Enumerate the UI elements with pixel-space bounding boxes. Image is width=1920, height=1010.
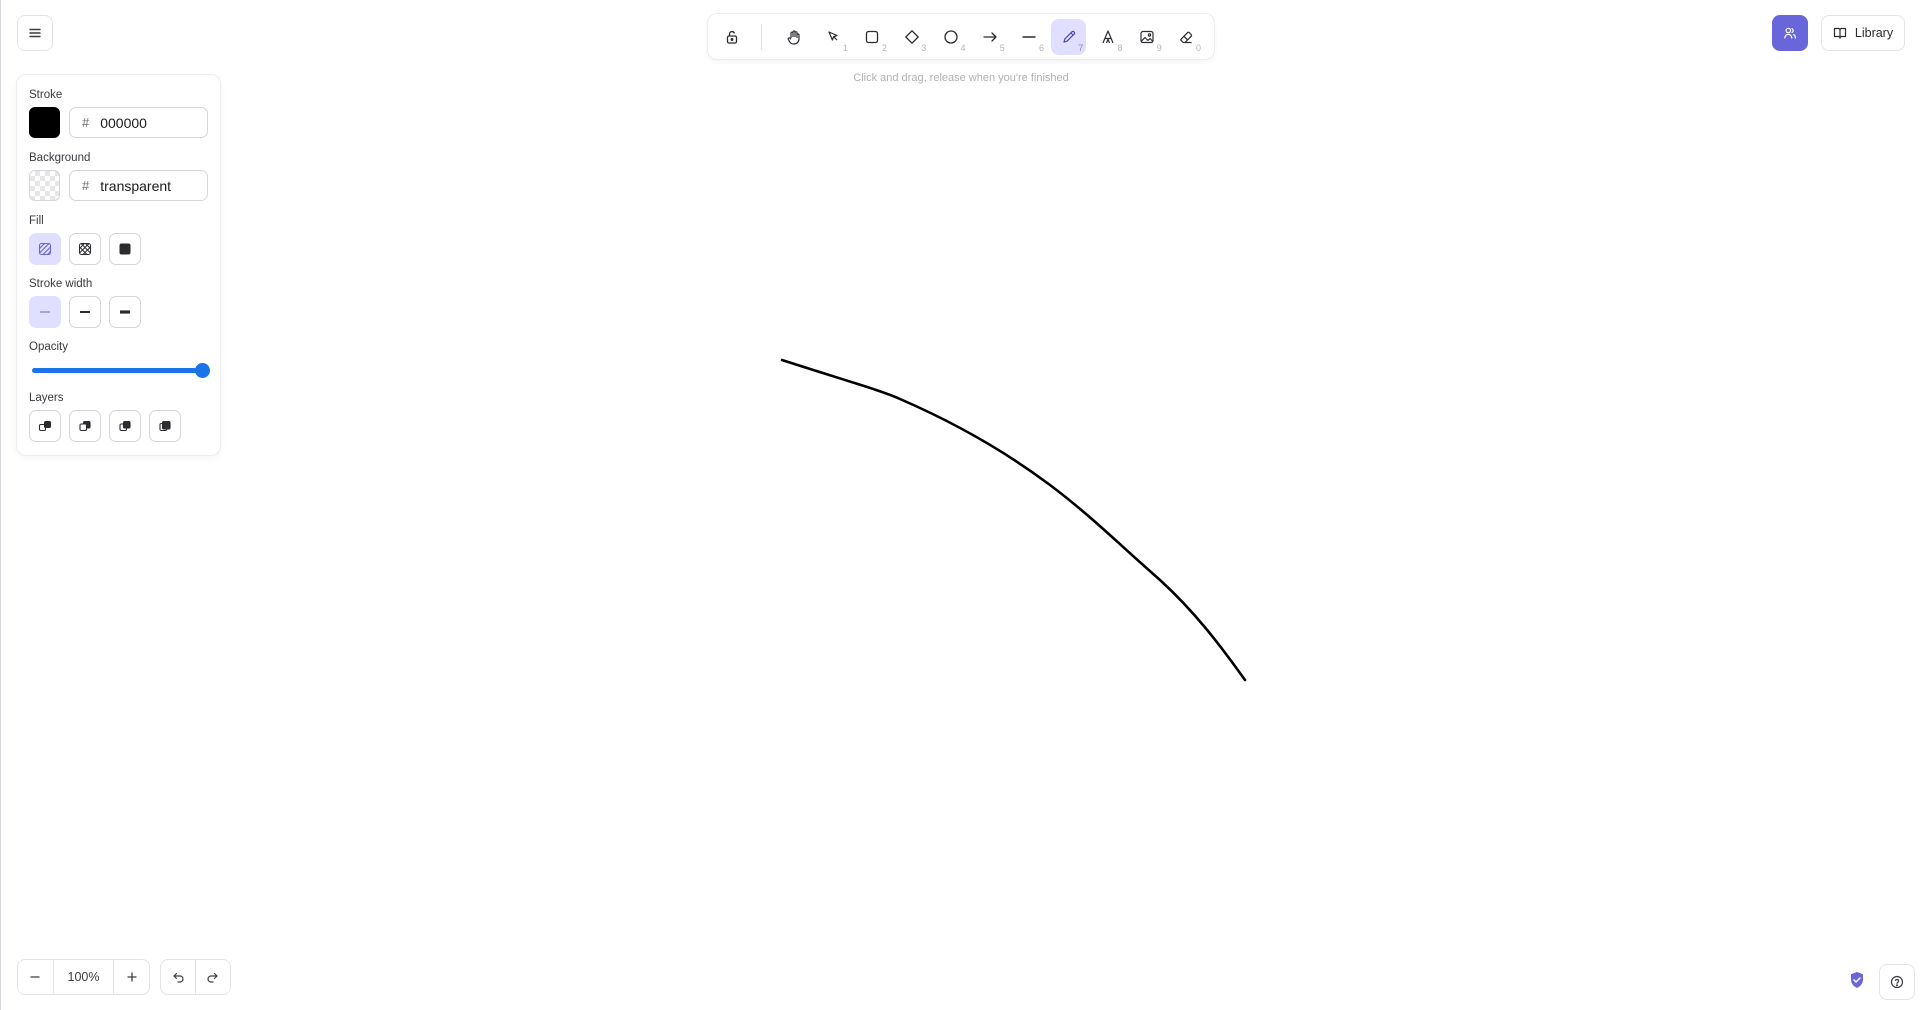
tool-lock[interactable] [714,19,749,55]
line-icon [1022,35,1037,38]
tool-ellipse[interactable]: 4 [933,19,968,55]
lock-open-icon [726,30,737,44]
send-backward-button[interactable] [69,410,101,442]
tool-diamond[interactable]: 3 [894,19,929,55]
tool-key: 4 [960,42,966,53]
bring-to-front-icon [159,420,171,432]
tool-key: 0 [1195,42,1201,53]
redo-icon [207,972,219,983]
tool-key: 1 [842,42,848,53]
fill-solid-button[interactable] [109,233,141,265]
fill-hachure-button[interactable] [29,233,61,265]
stroke-width-bold-button[interactable] [69,296,101,328]
stroke-color-swatch[interactable] [29,107,60,138]
tool-rectangle[interactable]: 2 [855,19,890,55]
main-menu-button[interactable] [17,15,53,51]
tool-key: 7 [1078,42,1084,53]
tool-text[interactable]: 8 [1090,19,1125,55]
drawing-canvas[interactable] [0,0,1920,1010]
bring-forward-button[interactable] [109,410,141,442]
hand-icon [787,29,800,45]
tool-hint: Click and drag, release when you're fini… [853,72,1069,84]
background-hex-input[interactable]: # transparent [69,170,208,201]
background-label: Background [29,152,91,164]
shield-check-icon[interactable] [1849,971,1865,989]
plus-icon [126,972,137,982]
hash-symbol: # [82,115,90,130]
send-to-back-icon [38,420,52,432]
tool-arrow[interactable]: 5 [972,19,1007,55]
users-icon [1784,27,1796,39]
tool-key: 3 [921,42,927,53]
send-backward-icon [79,420,91,432]
fill-label: Fill [29,215,44,227]
stroke-hex-input[interactable]: # 000000 [69,107,208,138]
stroke-width-thin-button[interactable] [29,296,61,328]
opacity-slider-thumb[interactable] [195,363,210,378]
tool-key: 2 [881,42,887,53]
stroke-label: Stroke [29,89,63,101]
tool-draw[interactable]: 7 [1050,18,1087,55]
bring-to-front-button[interactable] [149,410,181,442]
opacity-slider-track [32,368,207,373]
tool-key: 6 [1038,42,1044,53]
solid-fill-icon [119,243,131,255]
tool-hand[interactable] [776,19,811,55]
toolbar-divider [761,23,763,50]
hamburger-icon [29,28,41,38]
send-to-back-button[interactable] [29,410,61,442]
eraser-icon [1180,31,1193,43]
opacity-label: Opacity [29,341,68,353]
ellipse-icon [944,29,958,44]
pencil-icon [1063,30,1075,43]
text-icon [1102,29,1114,43]
opacity-slider[interactable] [32,363,210,379]
background-color-swatch[interactable] [29,170,60,201]
library-label: Library [1854,26,1894,40]
tool-selection[interactable]: 1 [815,19,850,55]
zoom-reset-button[interactable]: 100% [54,960,114,994]
stroke-width-extra-bold-button[interactable] [109,296,141,328]
stroke-width-label: Stroke width [29,278,93,290]
thin-line-icon [40,311,50,313]
tool-line[interactable]: 6 [1012,19,1047,55]
collaborate-button[interactable] [1772,15,1808,51]
zoom-controls: 100% [17,959,150,995]
stroke-hex-value: 000000 [100,114,147,131]
help-icon [1890,975,1904,989]
pointer-icon [828,30,838,41]
fill-cross-hatch-button[interactable] [69,233,101,265]
tool-key: 5 [999,42,1005,53]
hachure-fill-icon [38,242,52,256]
tool-key: 9 [1156,42,1162,53]
properties-panel: Stroke # 000000 Background # transparent… [17,75,220,455]
diamond-icon [904,29,919,44]
tool-key: 8 [1117,42,1123,53]
tool-eraser[interactable]: 0 [1169,19,1204,55]
canvas-edge [0,0,1,1010]
help-button[interactable] [1879,964,1915,1000]
arrow-right-icon [983,31,997,42]
rectangle-icon [866,30,879,43]
image-icon [1140,30,1154,43]
bold-line-icon [80,311,90,313]
bring-forward-icon [119,420,131,432]
minus-icon [30,976,41,978]
tools-toolbar: 1 2 3 4 5 6 7 8 9 0 [708,14,1214,59]
extra-bold-line-icon [120,310,130,314]
zoom-in-button[interactable] [114,960,149,994]
redo-button[interactable] [196,960,230,994]
zoom-out-button[interactable] [18,960,53,994]
layers-label: Layers [29,392,64,404]
undo-button[interactable] [161,960,195,994]
book-icon [1833,27,1846,39]
undo-icon [172,972,184,983]
hash-symbol: # [82,178,90,193]
library-button[interactable]: Library [1821,15,1905,51]
freehand-stroke[interactable] [780,358,1247,682]
background-hex-value: transparent [100,177,172,194]
history-controls [160,959,231,995]
cross-hatch-fill-icon [79,243,91,255]
tool-image[interactable]: 9 [1129,19,1164,55]
